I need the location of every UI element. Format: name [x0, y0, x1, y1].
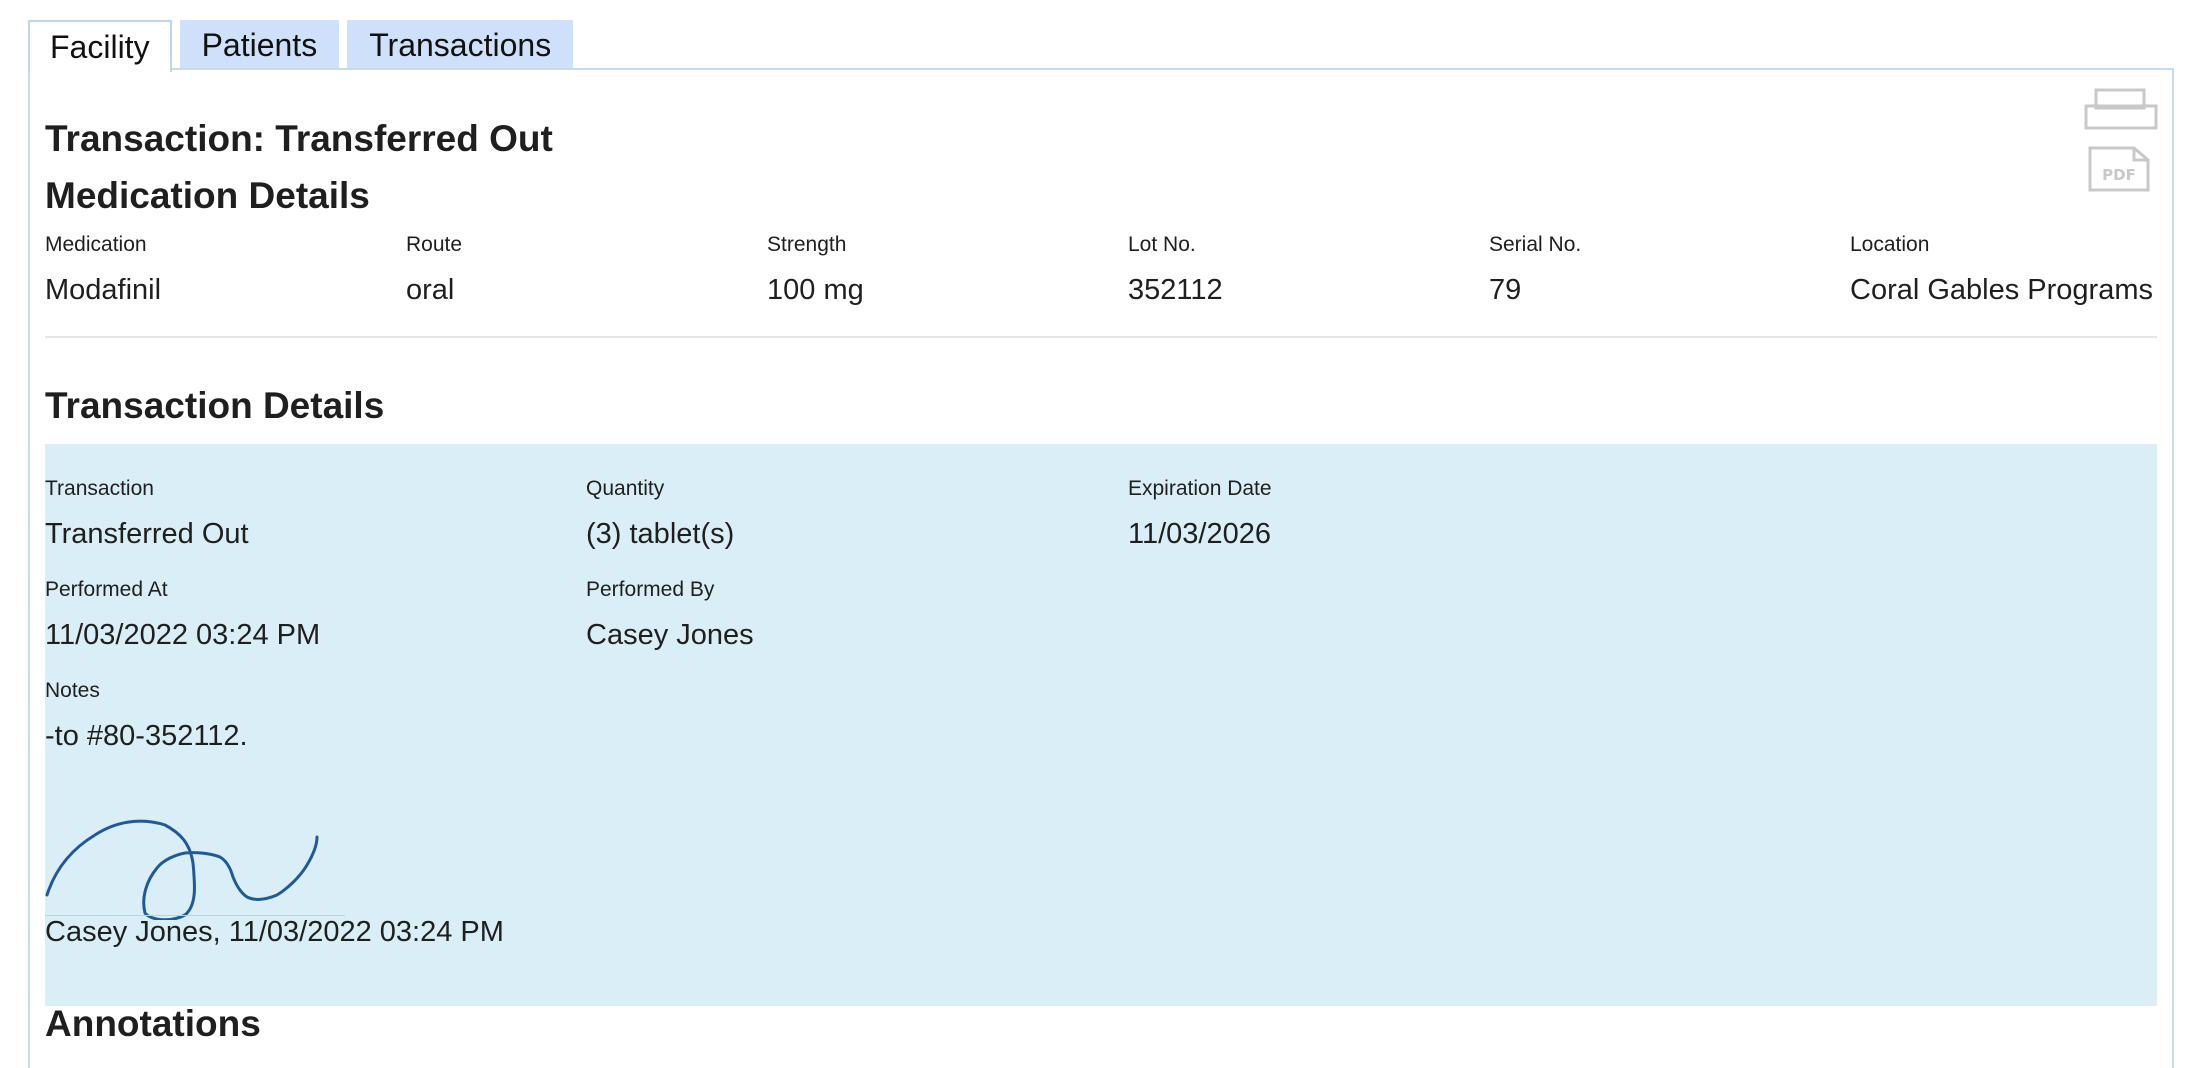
- quantity-label: Quantity: [586, 477, 665, 500]
- performed-at-value: 11/03/2022 03:24 PM: [45, 619, 321, 651]
- serial-no-value: 79: [1489, 274, 1522, 306]
- transaction-label: Transaction: [45, 477, 154, 500]
- tab-patients[interactable]: Patients: [179, 20, 340, 68]
- tab-transactions[interactable]: Transactions: [347, 20, 574, 68]
- lot-no-label: Lot No.: [1128, 233, 1196, 256]
- serial-no-label: Serial No.: [1489, 233, 1582, 256]
- transaction-value: Transferred Out: [45, 518, 249, 550]
- tab-bar: Facility Patients Transactions: [28, 20, 581, 72]
- performed-by-value: Casey Jones: [586, 619, 754, 651]
- quantity-value: (3) tablet(s): [586, 518, 735, 550]
- performed-by-label: Performed By: [586, 578, 715, 601]
- pdf-icon[interactable]: PDF: [2088, 146, 2150, 192]
- performed-at-label: Performed At: [45, 578, 168, 601]
- printer-icon[interactable]: [2084, 88, 2158, 132]
- signature-caption: Casey Jones, 11/03/2022 03:24 PM: [45, 916, 504, 948]
- medication-details-heading: Medication Details: [45, 175, 370, 216]
- annotations-heading: Annotations: [45, 1003, 261, 1044]
- medication-label: Medication: [45, 233, 147, 256]
- location-label: Location: [1850, 233, 1930, 256]
- medication-value: Modafinil: [45, 274, 162, 306]
- transaction-details-heading: Transaction Details: [45, 385, 385, 426]
- strength-value: 100 mg: [767, 274, 864, 306]
- lot-no-value: 352112: [1128, 274, 1223, 306]
- page-title: Transaction: Transferred Out: [45, 118, 553, 159]
- expiration-date-label: Expiration Date: [1128, 477, 1272, 500]
- signature-image: [45, 819, 319, 920]
- notes-value: -to #80-352112.: [45, 720, 248, 752]
- notes-label: Notes: [45, 679, 100, 702]
- route-value: oral: [406, 274, 455, 306]
- route-label: Route: [406, 233, 463, 256]
- expiration-date-value: 11/03/2026: [1128, 518, 1271, 550]
- strength-label: Strength: [767, 233, 847, 256]
- location-value: Coral Gables Programs: [1850, 274, 2153, 306]
- section-divider: [45, 336, 2157, 338]
- tab-facility[interactable]: Facility: [28, 20, 172, 72]
- svg-text:PDF: PDF: [2102, 166, 2136, 184]
